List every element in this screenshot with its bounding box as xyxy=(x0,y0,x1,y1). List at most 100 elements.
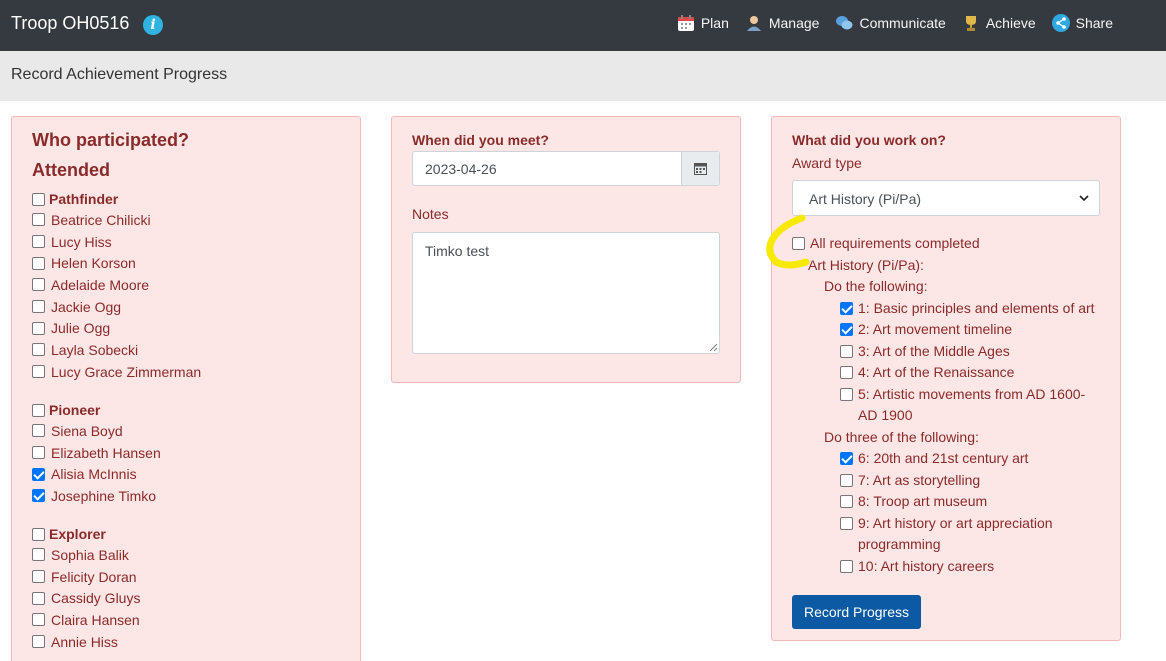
requirement-row[interactable]: 7: Art as storytelling xyxy=(792,470,1112,492)
checkbox[interactable] xyxy=(32,235,45,249)
checkbox[interactable] xyxy=(840,387,853,401)
requirement-label: 10: Art history careers xyxy=(858,557,995,574)
checkbox-checked[interactable] xyxy=(32,489,45,503)
requirement-row[interactable]: 3: Art of the Middle Ages xyxy=(792,341,1112,363)
member-row[interactable]: Cassidy Gluys xyxy=(32,587,352,609)
troop-brand[interactable]: Troop OH0516 xyxy=(11,13,129,34)
member-name: Jackie Ogg xyxy=(51,298,122,315)
member-row[interactable]: Adelaide Moore xyxy=(32,274,352,296)
checkbox[interactable] xyxy=(32,548,45,562)
requirement-row[interactable]: 6: 20th and 21st century art xyxy=(792,448,1112,470)
member-row[interactable]: Lucy Hiss xyxy=(32,231,352,253)
member-row[interactable]: Jackie Ogg xyxy=(32,296,352,318)
checkbox-checked[interactable] xyxy=(32,467,45,481)
requirement-label: 7: Art as storytelling xyxy=(858,471,981,488)
requirement-row[interactable]: 8: Troop art museum xyxy=(792,491,1112,513)
notes-textarea[interactable]: Timko test xyxy=(412,232,720,354)
member-row[interactable]: Sophia Balik xyxy=(32,544,352,566)
checkbox[interactable] xyxy=(840,344,853,358)
attended-heading: Attended xyxy=(32,160,110,180)
checkbox[interactable] xyxy=(32,343,45,357)
checkbox[interactable] xyxy=(32,635,45,649)
member-name: Siena Boyd xyxy=(51,422,123,439)
checkbox[interactable] xyxy=(840,559,853,573)
checkbox[interactable] xyxy=(32,192,45,206)
member-row[interactable]: Siena Boyd xyxy=(32,420,352,442)
group-checkbox-explorer[interactable]: Explorer xyxy=(32,524,352,544)
checkbox[interactable] xyxy=(32,300,45,314)
award-type-select[interactable]: Art History (Pi/Pa) xyxy=(792,180,1100,216)
member-row[interactable]: Lucy Grace Zimmerman xyxy=(32,361,352,383)
checkbox-checked[interactable] xyxy=(840,301,853,315)
group-checkbox-pioneer[interactable]: Pioneer xyxy=(32,400,352,420)
checkbox[interactable] xyxy=(840,516,853,530)
notes-value: Timko test xyxy=(425,243,490,259)
checkbox-checked[interactable] xyxy=(840,323,853,336)
nav-share-label: Share xyxy=(1075,15,1113,31)
checkbox[interactable] xyxy=(32,256,45,270)
checkbox[interactable] xyxy=(32,424,45,438)
member-row[interactable]: Claira Hansen xyxy=(32,609,352,631)
award-type-label: Award type xyxy=(792,155,862,171)
checkbox[interactable] xyxy=(32,527,45,541)
requirement-row[interactable]: 9: Art history or art appreciation progr… xyxy=(792,513,1102,556)
nav-communicate[interactable]: Communicate xyxy=(835,14,946,32)
member-row[interactable]: Annie Hiss xyxy=(32,631,352,653)
users-icon xyxy=(746,16,761,31)
info-icon[interactable]: i xyxy=(143,15,163,35)
member-name: Helen Korson xyxy=(51,255,136,272)
checkbox[interactable] xyxy=(32,403,45,417)
requirement-row[interactable]: 10: Art history careers xyxy=(792,556,1112,578)
chevron-down-icon xyxy=(1079,195,1089,202)
resize-handle-icon[interactable] xyxy=(709,343,717,351)
section-label-text: Do three of the following: xyxy=(824,428,979,445)
trophy-icon xyxy=(965,16,976,31)
nav-links: Plan Manage Communicate Achieve Share xyxy=(677,14,1113,32)
top-navbar: Troop OH0516 i Plan Manage Communicate A… xyxy=(0,0,1166,51)
checkbox[interactable] xyxy=(840,473,853,487)
member-row[interactable]: Helen Korson xyxy=(32,252,352,274)
nav-plan[interactable]: Plan xyxy=(677,14,729,32)
nav-share[interactable]: Share xyxy=(1051,14,1113,32)
award-type-value: Art History (Pi/Pa) xyxy=(809,191,922,207)
requirement-label: 4: Art of the Renaissance xyxy=(858,364,1015,380)
checkbox[interactable] xyxy=(32,570,45,584)
requirement-row[interactable]: 2: Art movement timeline xyxy=(792,319,1112,341)
member-name: Cassidy Gluys xyxy=(51,590,141,607)
checkbox[interactable] xyxy=(32,613,45,627)
member-row[interactable]: Julie Ogg xyxy=(32,317,352,339)
checkbox[interactable] xyxy=(32,278,45,292)
member-row[interactable]: Elizabeth Hansen xyxy=(32,442,352,464)
section-label-text: Do the following: xyxy=(824,278,928,294)
member-row[interactable]: Beatrice Chilicki xyxy=(32,209,352,231)
nav-achieve[interactable]: Achieve xyxy=(962,14,1036,32)
member-row[interactable]: Alisia McInnis xyxy=(32,463,352,485)
record-progress-button[interactable]: Record Progress xyxy=(792,595,921,629)
member-row[interactable]: Felicity Doran xyxy=(32,566,352,588)
page-header: Record Achievement Progress xyxy=(0,51,1166,101)
member-row[interactable]: Layla Sobecki xyxy=(32,339,352,361)
requirement-row[interactable]: 5: Artistic movements from AD 1600-AD 19… xyxy=(792,384,1102,427)
checkbox[interactable] xyxy=(840,495,853,508)
requirement-row[interactable]: 1: Basic principles and elements of art xyxy=(792,298,1112,320)
checkbox[interactable] xyxy=(32,321,45,335)
checkbox[interactable] xyxy=(32,365,45,379)
member-row[interactable]: Josephine Timko xyxy=(32,485,352,507)
group-checkbox-pathfinder[interactable]: Pathfinder xyxy=(32,189,352,209)
checkbox[interactable] xyxy=(32,591,45,605)
meeting-heading: When did you meet? xyxy=(412,132,549,148)
date-field[interactable]: 2023-04-26 xyxy=(412,151,720,186)
checkbox-checked[interactable] xyxy=(840,452,853,465)
checkbox[interactable] xyxy=(840,366,853,379)
requirement-row[interactable]: 4: Art of the Renaissance xyxy=(792,362,1112,384)
all-requirements-row[interactable]: All requirements completed xyxy=(792,233,1112,255)
checkbox[interactable] xyxy=(32,213,45,227)
nav-manage[interactable]: Manage xyxy=(745,14,819,32)
checkbox[interactable] xyxy=(32,446,45,460)
requirement-label: 3: Art of the Middle Ages xyxy=(858,342,1010,359)
requirement-label: 1: Basic principles and elements of art xyxy=(858,299,1095,316)
group-name: Pioneer xyxy=(49,402,101,418)
calendar-button[interactable] xyxy=(681,152,719,185)
member-name: Layla Sobecki xyxy=(51,341,139,358)
requirement-label: 5: Artistic movements from AD 1600-AD 19… xyxy=(858,385,1086,424)
